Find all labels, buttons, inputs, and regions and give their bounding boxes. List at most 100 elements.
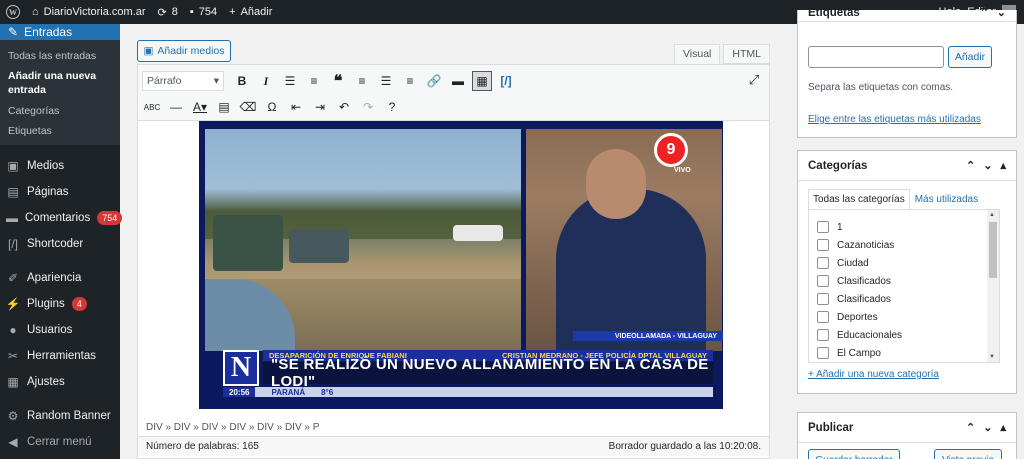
chevron-down-icon[interactable]: ⌄ <box>983 159 992 172</box>
add-media-button[interactable]: ▣ Añadir medios <box>137 40 231 62</box>
add-category-link[interactable]: + Añadir una nueva categoría <box>808 369 939 380</box>
toolbar-toggle-button[interactable]: ▦ <box>472 71 492 91</box>
bold-button[interactable]: B <box>232 71 252 91</box>
category-checkbox[interactable] <box>817 347 829 359</box>
preview-button[interactable]: Vista previa <box>934 449 1002 459</box>
read-more-button[interactable]: ▬ <box>448 71 468 91</box>
editor-tabs: Visual HTML <box>673 44 770 64</box>
strikethrough-button[interactable]: ABC <box>142 97 162 117</box>
menu-plugins[interactable]: ⚡ Plugins 4 <box>0 291 120 317</box>
submenu-tags[interactable]: Etiquetas <box>0 121 120 141</box>
chevron-up-icon[interactable]: ⌃ <box>966 421 975 434</box>
submenu-add-new[interactable]: Añadir una nueva entrada <box>0 66 120 100</box>
blockquote-button[interactable]: ❝ <box>328 71 348 91</box>
chevron-up-icon[interactable]: ⌃ <box>980 6 989 19</box>
category-checkbox[interactable] <box>817 293 829 305</box>
category-label: Ciudad <box>837 257 869 269</box>
list-item[interactable]: Cazanoticias <box>817 236 999 254</box>
horizontal-line-button[interactable]: — <box>166 97 186 117</box>
comments-link[interactable]: ▪ 754 <box>184 0 223 24</box>
tab-html[interactable]: HTML <box>723 44 770 64</box>
menu-pages[interactable]: ▤ Páginas <box>0 179 120 205</box>
category-checkbox[interactable] <box>817 311 829 323</box>
list-item[interactable]: Ciudad <box>817 254 999 272</box>
tab-visual[interactable]: Visual <box>673 44 721 64</box>
menu-settings[interactable]: ▦ Ajustes <box>0 369 120 395</box>
submenu-all-posts[interactable]: Todas las entradas <box>0 46 120 66</box>
menu-label: Comentarios <box>25 211 91 224</box>
new-content-link[interactable]: + Añadir <box>223 0 278 24</box>
align-left-button[interactable]: ≡ <box>352 71 372 91</box>
paste-text-button[interactable]: ▤ <box>214 97 234 117</box>
publish-header[interactable]: Publicar ⌃ ⌄ ▴ <box>798 413 1016 443</box>
numbered-list-button[interactable]: ≡ <box>304 71 324 91</box>
menu-tools[interactable]: ✂ Herramientas <box>0 343 120 369</box>
category-label: Clasificados <box>837 293 891 305</box>
fullscreen-icon[interactable]: ⤢ <box>745 71 763 89</box>
category-checkbox[interactable] <box>817 275 829 287</box>
site-name: DiarioVictoria.com.ar <box>43 6 146 18</box>
collapse-menu[interactable]: ◀ Cerrar menú <box>0 429 120 455</box>
add-tag-button[interactable]: Añadir <box>948 46 992 68</box>
wp-logo-menu[interactable]: W <box>0 0 26 24</box>
menu-comments[interactable]: ▬ Comentarios 754 <box>0 205 123 231</box>
tab-all-categories[interactable]: Todas las categorías <box>808 189 910 210</box>
scrollbar-thumb[interactable] <box>989 222 997 278</box>
tab-popular-categories[interactable]: Más utilizadas <box>910 189 983 210</box>
scroll-down-icon[interactable]: ▼ <box>989 354 995 360</box>
menu-shortcoder[interactable]: [/] Shortcoder <box>0 231 120 257</box>
redo-button[interactable]: ↷ <box>358 97 378 117</box>
format-value: Párrafo <box>147 75 182 87</box>
popular-tags-link[interactable]: Elige entre las etiquetas más utilizadas <box>808 114 981 125</box>
categories-scrollbar[interactable]: ▲ ▼ <box>987 210 999 362</box>
category-checkbox[interactable] <box>817 257 829 269</box>
menu-random-banner[interactable]: ⚙ Random Banner <box>0 403 120 429</box>
text-color-button[interactable]: A▾ <box>190 97 210 117</box>
menu-appearance[interactable]: ✐ Apariencia <box>0 265 120 291</box>
indent-button[interactable]: ⇥ <box>310 97 330 117</box>
chevron-up-icon[interactable]: ⌃ <box>966 159 975 172</box>
undo-button[interactable]: ↶ <box>334 97 354 117</box>
new-label: Añadir <box>240 6 273 18</box>
list-item[interactable]: Deportes <box>817 308 999 326</box>
scroll-up-icon[interactable]: ▲ <box>989 212 995 218</box>
clear-format-button[interactable]: ⌫ <box>238 97 258 117</box>
align-center-button[interactable]: ☰ <box>376 71 396 91</box>
collapse-icon: ◀ <box>8 434 18 449</box>
align-right-button[interactable]: ≡ <box>400 71 420 91</box>
category-checkbox[interactable] <box>817 221 829 233</box>
chevron-down-icon[interactable]: ⌄ <box>997 6 1006 19</box>
format-select[interactable]: Párrafo ▾ <box>142 71 224 91</box>
tag-input[interactable] <box>808 46 944 68</box>
link-button[interactable]: 🔗 <box>424 71 444 91</box>
list-item[interactable]: Educacionales <box>817 326 999 344</box>
menu-users[interactable]: ● Usuarios <box>0 317 120 343</box>
video-frame[interactable]: 9 VIVO VIDEOLLAMADA - VILLAGUAY N DESAPA… <box>199 121 723 409</box>
editor-content[interactable]: 9 VIVO VIDEOLLAMADA - VILLAGUAY N DESAPA… <box>138 121 769 421</box>
toggle-arrow-icon[interactable]: ▴ <box>1000 159 1006 172</box>
tags-header[interactable]: Etiquetas ⌃ ⌄ <box>798 4 1016 22</box>
menu-posts-label: Entradas <box>24 25 73 39</box>
list-item[interactable]: Clasificados <box>817 290 999 308</box>
outdent-button[interactable]: ⇤ <box>286 97 306 117</box>
list-item[interactable]: El Campo <box>817 344 999 362</box>
italic-button[interactable]: I <box>256 71 276 91</box>
site-name-link[interactable]: ⌂ DiarioVictoria.com.ar <box>26 0 152 24</box>
list-item[interactable]: Clasificados <box>817 272 999 290</box>
list-item[interactable]: 1 <box>817 218 999 236</box>
menu-posts[interactable]: ✎ Entradas <box>0 24 120 40</box>
chevron-down-icon[interactable]: ⌄ <box>983 421 992 434</box>
save-draft-button[interactable]: Guardar borrador <box>808 449 900 459</box>
city-label: PARANÁ <box>271 387 306 397</box>
category-checkbox[interactable] <box>817 329 829 341</box>
updates-link[interactable]: ⟳ 8 <box>152 0 184 24</box>
menu-media[interactable]: ▣ Medios <box>0 153 120 179</box>
toggle-arrow-icon[interactable]: ▴ <box>1000 421 1006 434</box>
help-button[interactable]: ? <box>382 97 402 117</box>
shortcoder-button[interactable]: [/] <box>496 71 516 91</box>
category-checkbox[interactable] <box>817 239 829 251</box>
special-char-button[interactable]: Ω <box>262 97 282 117</box>
bullet-list-button[interactable]: ☰ <box>280 71 300 91</box>
categories-header[interactable]: Categorías ⌃ ⌄ ▴ <box>798 151 1016 181</box>
submenu-categories[interactable]: Categorías <box>0 101 120 121</box>
